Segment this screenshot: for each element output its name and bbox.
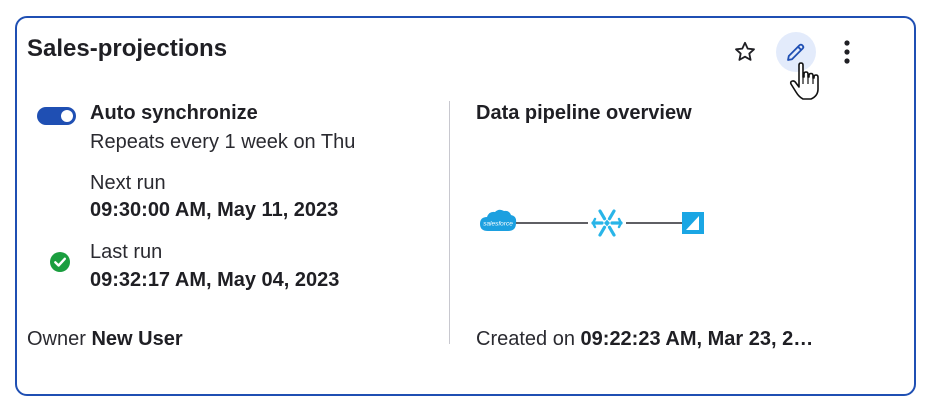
kebab-menu-icon — [844, 40, 850, 64]
auto-sync-toggle[interactable] — [37, 107, 76, 125]
snowflake-logo — [591, 209, 623, 237]
next-run-value: 09:30:00 AM, May 11, 2023 — [90, 199, 339, 221]
created-label: Created on — [476, 328, 575, 350]
pipeline-diagram: salesforce — [480, 209, 704, 237]
card-title: Sales-projections — [27, 35, 228, 62]
last-run-value: 09:32:17 AM, May 04, 2023 — [90, 269, 340, 291]
toggle-knob — [61, 110, 73, 122]
star-icon — [735, 41, 755, 61]
owner-name: New User — [91, 328, 183, 350]
created-info: Created on 09:22:23 AM, Mar 23, 2… — [476, 328, 813, 351]
owner-info: Owner New User — [27, 328, 183, 351]
success-check-icon — [50, 252, 70, 272]
repeat-schedule-text: Repeats every 1 week on Thu — [90, 131, 356, 153]
next-run-label: Next run — [90, 172, 166, 194]
pipeline-title: Data pipeline overview — [476, 102, 692, 124]
pencil-icon — [787, 43, 805, 61]
last-run-label: Last run — [90, 241, 163, 263]
more-options-button[interactable] — [827, 32, 867, 72]
created-value: 09:22:23 AM, Mar 23, 2… — [580, 328, 814, 350]
owner-label: Owner — [27, 328, 86, 350]
salesforce-logo-text: salesforce — [483, 221, 513, 228]
favorite-button[interactable] — [725, 32, 765, 72]
destination-logo — [682, 212, 704, 234]
hand-pointer-cursor-icon — [789, 62, 819, 100]
section-divider — [449, 101, 450, 344]
salesforce-logo: salesforce — [480, 209, 517, 231]
auto-sync-label: Auto synchronize — [90, 102, 258, 124]
